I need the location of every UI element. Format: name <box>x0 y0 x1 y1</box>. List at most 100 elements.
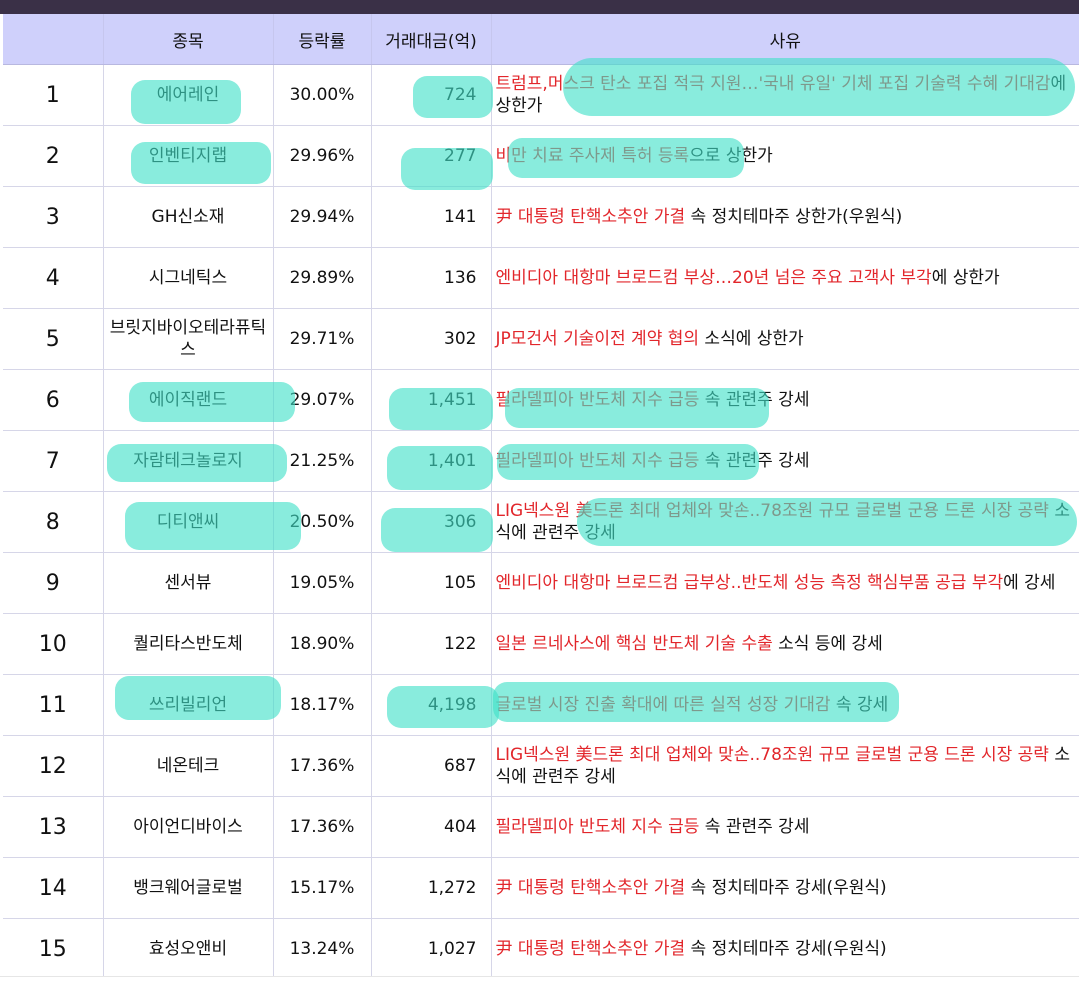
row-number: 2 <box>3 125 104 187</box>
reason-cell: 尹 대통령 탄핵소추안 가결 속 정치테마주 강세(우원식) <box>491 918 1079 980</box>
change-rate: 20.50% <box>273 491 372 553</box>
trade-amount: 122 <box>371 613 492 675</box>
reason-suffix: 으로 상한가 <box>689 146 773 166</box>
reason-cell: 글로벌 시장 진출 확대에 따른 실적 성장 기대감 속 강세 <box>491 674 1079 736</box>
trade-amount: 1,272 <box>371 857 492 919</box>
header-no <box>3 14 104 65</box>
reason-headline: 엔비디아 대항마 브로드컴 부상…20년 넘은 주요 고객사 부각 <box>495 268 932 288</box>
reason-suffix: 속 관련주 강세 <box>699 390 810 410</box>
stock-name: 센서뷰 <box>103 552 274 614</box>
stock-name: 뱅크웨어글로벌 <box>103 857 274 919</box>
reason-headline: LIG넥스원 美드론 최대 업체와 맞손..78조원 규모 글로벌 군용 드론 … <box>495 745 1049 765</box>
stock-name: 자람테크놀로지 <box>103 430 274 492</box>
row-number: 12 <box>3 735 104 797</box>
header-change-rate: 등락률 <box>273 14 372 65</box>
table-row: 10 퀄리타스반도체 18.90% 122 일본 르네사스에 핵심 반도체 기술 수출 … <box>3 613 1079 675</box>
table-row: 12 네온테크 17.36% 687 LIG넥스원 美드론 최대 업체와 맞손..78조… <box>3 735 1079 797</box>
table-header-row: 종목 등락률 거래대금(억) 사유 <box>3 14 1079 65</box>
stock-name: 시그네틱스 <box>103 247 274 309</box>
reason-cell: JP모건서 기술이전 계약 협의 소식에 상한가 <box>491 308 1079 370</box>
row-number: 1 <box>3 64 104 126</box>
trade-amount: 687 <box>371 735 492 797</box>
reason-headline: 尹 대통령 탄핵소추안 가결 <box>495 878 686 898</box>
trade-amount: 141 <box>371 186 492 248</box>
header-reason: 사유 <box>491 14 1079 65</box>
trade-amount: 1,027 <box>371 918 492 980</box>
stock-name: 에어레인 <box>103 64 274 126</box>
row-number: 11 <box>3 674 104 736</box>
reason-cell: 필라델피아 반도체 지수 급등 속 관련주 강세 <box>491 369 1079 431</box>
change-rate: 21.25% <box>273 430 372 492</box>
table-row: 2 인벤티지랩 29.96% 277 비만 치료 주사제 특허 등록으로 상한가 <box>3 125 1079 187</box>
table-row: 3 GH신소재 29.94% 141 尹 대통령 탄핵소추안 가결 속 정치테마주 상한… <box>3 186 1079 248</box>
stock-name: 브릿지바이오테라퓨틱스 <box>103 308 274 370</box>
change-rate: 18.17% <box>273 674 372 736</box>
top-gainers-table: 종목 등락률 거래대금(억) 사유 1 에어레인 30.00% 7 2 4 트럼프,머스크 … <box>3 14 1079 980</box>
change-rate: 29.07% <box>273 369 372 431</box>
reason-headline: 트럼프,머스크 탄소 포집 적극 지원…'국내 유일' 기체 포집 기술력 수혜… <box>495 74 1051 94</box>
row-number: 13 <box>3 796 104 858</box>
reason-headline: 글로벌 시장 진출 확대에 따른 실적 성장 기대감 <box>495 695 831 715</box>
reason-suffix: 소식 등에 강세 <box>772 634 883 654</box>
table-row: 13 아이언디바이스 17.36% 404 필라델피아 반도체 지수 급등 속 관련주 … <box>3 796 1079 858</box>
row-number: 8 <box>3 491 104 553</box>
reason-suffix: 속 정치테마주 강세(우원식) <box>685 939 887 959</box>
bottom-edge <box>0 976 1079 991</box>
reason-cell: 엔비디아 대항마 브로드컴 급부상..반도체 성능 측정 핵심부품 공급 부각에… <box>491 552 1079 614</box>
reason-headline: 尹 대통령 탄핵소추안 가결 <box>495 207 686 227</box>
trade-amount: 277 <box>371 125 492 187</box>
reason-cell: 트럼프,머스크 탄소 포집 적극 지원…'국내 유일' 기체 포집 기술력 수혜… <box>491 64 1079 126</box>
reason-headline: 비만 치료 주사제 특허 등록 <box>495 146 690 166</box>
reason-suffix: 소식에 상한가 <box>699 329 804 349</box>
reason-cell: LIG넥스원 美드론 최대 업체와 맞손..78조원 규모 글로벌 군용 드론 … <box>491 491 1079 553</box>
change-rate: 29.96% <box>273 125 372 187</box>
reason-suffix: 에 강세 <box>1003 573 1056 593</box>
row-number: 6 <box>3 369 104 431</box>
reason-cell: 필라델피아 반도체 지수 급등 속 관련주 강세 <box>491 430 1079 492</box>
row-number: 15 <box>3 918 104 980</box>
reason-cell: 비만 치료 주사제 특허 등록으로 상한가 <box>491 125 1079 187</box>
table-row: 5 브릿지바이오테라퓨틱스 29.71% 302 JP모건서 기술이전 계약 협의 소식… <box>3 308 1079 370</box>
reason-cell: LIG넥스원 美드론 최대 업체와 맞손..78조원 규모 글로벌 군용 드론 … <box>491 735 1079 797</box>
stock-name: 쓰리빌리언 <box>103 674 274 736</box>
table-row: 8 디티앤씨 20.50% 306 LIG넥스원 美드론 최대 업체와 맞손..78조원… <box>3 491 1079 553</box>
stock-table-container: 종목 등락률 거래대금(억) 사유 1 에어레인 30.00% 7 2 4 트럼프,머스크 … <box>3 14 1079 980</box>
table-row: 7 자람테크놀로지 21.25% 1,401 필라델피아 반도체 지수 급등 속 관련주… <box>3 430 1079 492</box>
row-number: 3 <box>3 186 104 248</box>
trade-amount: 1,451 <box>371 369 492 431</box>
row-number: 7 <box>3 430 104 492</box>
change-rate: 29.89% <box>273 247 372 309</box>
reason-cell: 尹 대통령 탄핵소추안 가결 속 정치테마주 상한가(우원식) <box>491 186 1079 248</box>
header-trade-amount: 거래대금(억) <box>371 14 492 65</box>
stock-name: 에이직랜드 <box>103 369 274 431</box>
reason-suffix: 속 관련주 강세 <box>699 817 810 837</box>
change-rate: 29.94% <box>273 186 372 248</box>
row-number: 10 <box>3 613 104 675</box>
reason-headline: 엔비디아 대항마 브로드컴 급부상..반도체 성능 측정 핵심부품 공급 부각 <box>495 573 1004 593</box>
stock-name: 인벤티지랩 <box>103 125 274 187</box>
table-row: 14 뱅크웨어글로벌 15.17% 1,272 尹 대통령 탄핵소추안 가결 속 정치테… <box>3 857 1079 919</box>
reason-headline: LIG넥스원 美드론 최대 업체와 맞손..78조원 규모 글로벌 군용 드론 … <box>495 501 1049 521</box>
reason-cell: 엔비디아 대항마 브로드컴 부상…20년 넘은 주요 고객사 부각에 상한가 <box>491 247 1079 309</box>
stock-name: 효성오앤비 <box>103 918 274 980</box>
trade-amount: 136 <box>371 247 492 309</box>
reason-cell: 尹 대통령 탄핵소추안 가결 속 정치테마주 강세(우원식) <box>491 857 1079 919</box>
reason-suffix: 속 정치테마주 강세(우원식) <box>685 878 887 898</box>
change-rate: 30.00% <box>273 64 372 126</box>
table-row: 6 에이직랜드 29.07% 1,451 필라델피아 반도체 지수 급등 속 관련주 강… <box>3 369 1079 431</box>
reason-headline: 필라델피아 반도체 지수 급등 <box>495 817 700 837</box>
header-stock-name: 종목 <box>103 14 274 65</box>
stock-name: GH신소재 <box>103 186 274 248</box>
stock-name: 퀄리타스반도체 <box>103 613 274 675</box>
stock-name: 디티앤씨 <box>103 491 274 553</box>
change-rate: 29.71% <box>273 308 372 370</box>
reason-suffix: 속 관련주 강세 <box>699 451 810 471</box>
row-number: 4 <box>3 247 104 309</box>
table-row: 15 효성오앤비 13.24% 1,027 尹 대통령 탄핵소추안 가결 속 정치테마주… <box>3 918 1079 980</box>
reason-cell: 필라델피아 반도체 지수 급등 속 관련주 강세 <box>491 796 1079 858</box>
reason-headline: JP모건서 기술이전 계약 협의 <box>495 329 700 349</box>
top-dark-bar <box>0 0 1079 14</box>
trade-amount: 404 <box>371 796 492 858</box>
change-rate: 15.17% <box>273 857 372 919</box>
row-number: 9 <box>3 552 104 614</box>
